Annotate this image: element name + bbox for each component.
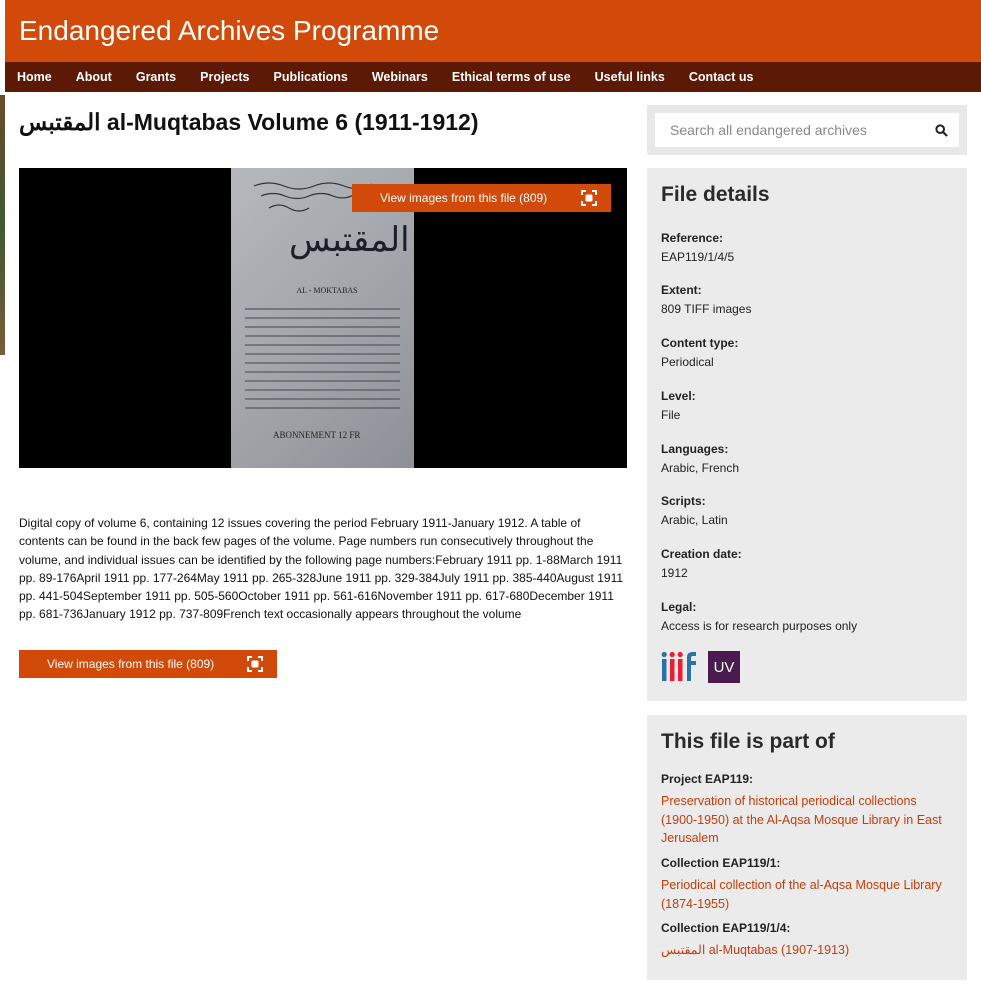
scan-abonnement: ABONNEMENT 12 FR: [273, 430, 361, 440]
detail-value: 1912: [661, 566, 688, 580]
uv-logo-icon[interactable]: UV: [708, 651, 740, 683]
file-details-heading: File details: [661, 183, 770, 206]
view-images-button-bottom[interactable]: View images from this file (809): [19, 650, 277, 678]
detail-label: Scripts:: [661, 494, 706, 508]
fullscreen-icon: [247, 656, 263, 672]
detail-legal: Legal: Access is for research purposes o…: [661, 600, 956, 633]
part-of-heading: This file is part of: [661, 730, 835, 753]
view-images-button-top[interactable]: View images from this file (809): [352, 184, 611, 212]
iiif-logo-text: iiif: [661, 651, 663, 652]
detail-value: File: [661, 408, 681, 422]
background-image-strip: [0, 95, 5, 355]
detail-value: 809 TIFF images: [661, 302, 752, 316]
nav-item-about[interactable]: About: [76, 70, 112, 84]
part-of-label: Project EAP119:: [661, 772, 754, 786]
detail-value: EAP119/1/4/5: [661, 250, 735, 264]
detail-value: Periodical: [661, 355, 714, 369]
search-icon[interactable]: [935, 124, 948, 137]
search-input[interactable]: [655, 122, 915, 138]
part-of-label: Collection EAP119/1/4:: [661, 921, 791, 935]
part-of-panel: This file is part of Project EAP119: Pre…: [647, 715, 967, 980]
scan-text-lines: [245, 308, 400, 416]
file-description: Digital copy of volume 6, containing 12 …: [19, 516, 624, 622]
part-of-link[interactable]: المقتبس al-Muqtabas (1907-1913): [661, 941, 956, 960]
detail-label: Legal:: [661, 600, 697, 614]
detail-label: Creation date:: [661, 547, 742, 561]
detail-value: Access is for research purposes only: [661, 619, 858, 633]
nav-item-useful-links[interactable]: Useful links: [595, 70, 665, 84]
file-details-panel: File details Reference: EAP119/1/4/5 Ext…: [647, 168, 967, 701]
detail-label: Extent:: [661, 283, 702, 297]
main-nav: Home About Grants Projects Publications …: [5, 62, 981, 92]
detail-content-type: Content type: Periodical: [661, 336, 956, 369]
detail-level: Level: File: [661, 389, 956, 422]
nav-item-publications[interactable]: Publications: [273, 70, 347, 84]
detail-creation-date: Creation date: 1912: [661, 547, 956, 580]
part-of-link[interactable]: Periodical collection of the al-Aqsa Mos…: [661, 876, 956, 913]
nav-item-ethical-terms[interactable]: Ethical terms of use: [452, 70, 571, 84]
scan-title-arabic: المقتبس: [289, 220, 410, 260]
site-header: Endangered Archives Programme: [5, 0, 981, 62]
detail-reference: Reference: EAP119/1/4/5: [661, 231, 956, 264]
part-of-project: Project EAP119: Preservation of historic…: [661, 772, 956, 848]
scan-title-latin: AL - MOKTABAS: [296, 286, 358, 295]
view-images-label: View images from this file (809): [380, 191, 548, 205]
nav-item-projects[interactable]: Projects: [200, 70, 249, 84]
detail-label: Languages:: [661, 442, 729, 456]
page-scan-thumbnail[interactable]: المقتبس AL - MOKTABAS ABONNEMENT 12 FR: [231, 168, 414, 468]
detail-label: Level:: [661, 389, 696, 403]
nav-item-contact[interactable]: Contact us: [689, 70, 754, 84]
detail-languages: Languages: Arabic, French: [661, 442, 956, 475]
detail-scripts: Scripts: Arabic, Latin: [661, 494, 956, 527]
site-title[interactable]: Endangered Archives Programme: [19, 15, 439, 47]
detail-label: Content type:: [661, 336, 739, 350]
nav-item-webinars[interactable]: Webinars: [372, 70, 428, 84]
part-of-subcollection: Collection EAP119/1/4: المقتبس al-Muqtab…: [661, 921, 956, 960]
detail-label: Reference:: [661, 231, 724, 245]
nav-item-grants[interactable]: Grants: [136, 70, 176, 84]
detail-extent: Extent: 809 TIFF images: [661, 283, 956, 316]
view-images-label: View images from this file (809): [47, 657, 215, 671]
nav-item-home[interactable]: Home: [17, 70, 52, 84]
iiif-logo-icon[interactable]: iiif: [661, 651, 697, 683]
part-of-collection: Collection EAP119/1: Periodical collecti…: [661, 856, 956, 913]
detail-value: Arabic, French: [661, 461, 740, 475]
page-title: المقتبس al-Muqtabas Volume 6 (1911-1912): [19, 109, 479, 135]
part-of-link[interactable]: Preservation of historical periodical co…: [661, 792, 956, 848]
search-field-wrapper: [655, 113, 959, 147]
part-of-label: Collection EAP119/1:: [661, 856, 781, 870]
search-box: [647, 105, 967, 155]
fullscreen-icon: [581, 190, 597, 206]
detail-value: Arabic, Latin: [661, 513, 728, 527]
